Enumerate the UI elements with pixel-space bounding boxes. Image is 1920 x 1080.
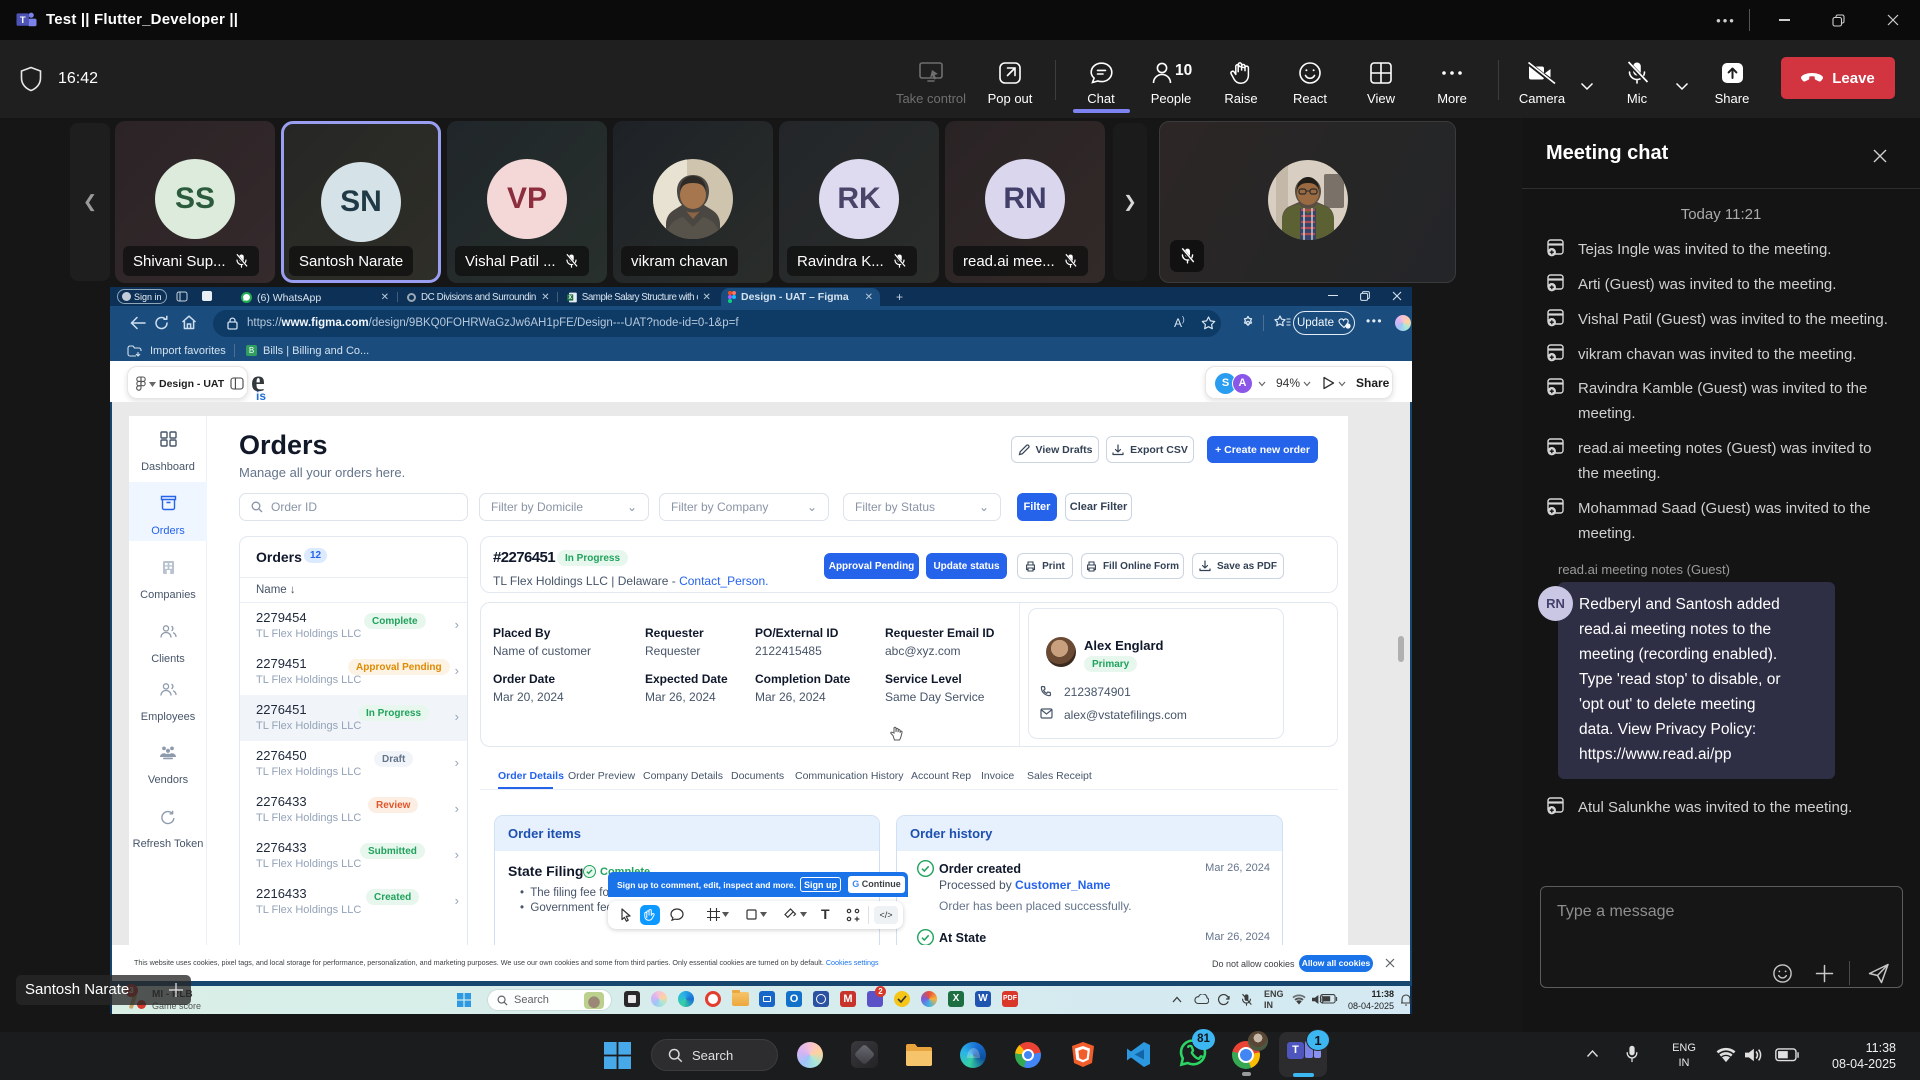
svg-text:X: X bbox=[568, 295, 572, 301]
svg-text:10: 10 bbox=[1175, 62, 1192, 79]
svg-text:T: T bbox=[20, 14, 26, 25]
